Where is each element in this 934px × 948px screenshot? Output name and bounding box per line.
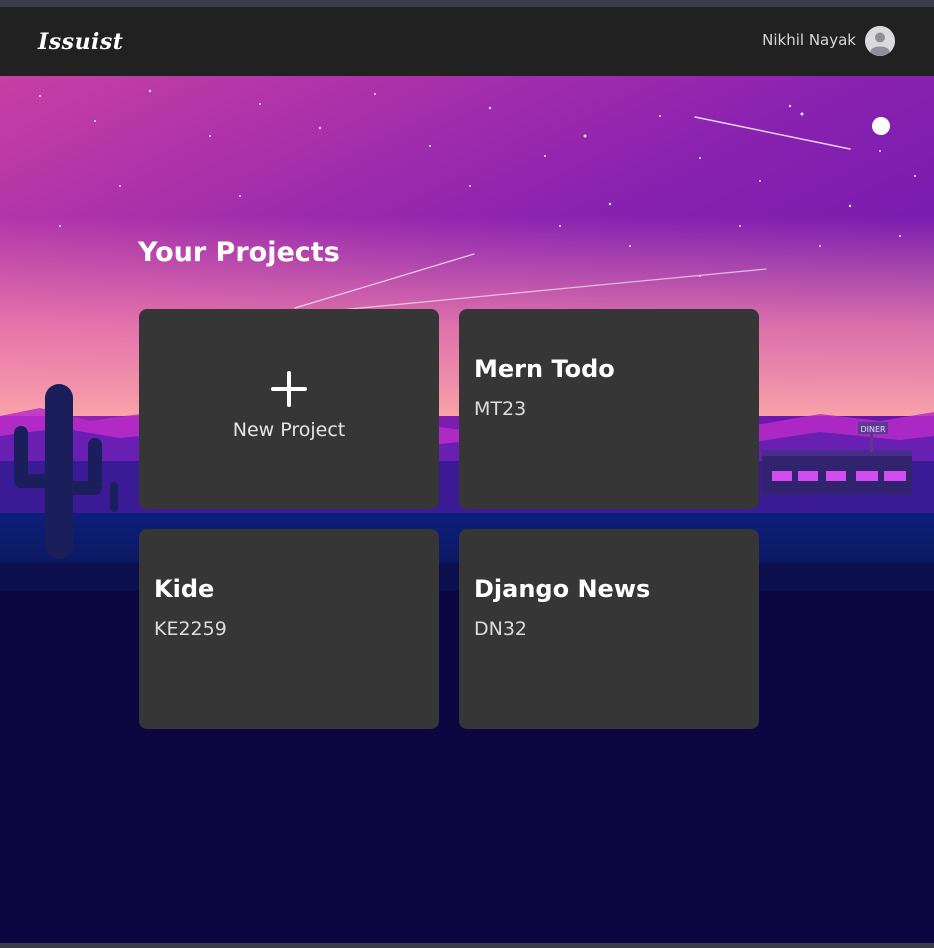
window-bottom-strip bbox=[0, 943, 934, 948]
project-name: Mern Todo bbox=[474, 355, 615, 383]
diner-sign: DINER bbox=[860, 425, 886, 434]
navbar: Issuist Nikhil Nayak bbox=[0, 7, 934, 76]
project-card[interactable]: Django News DN32 bbox=[459, 529, 759, 729]
project-card[interactable]: Mern Todo MT23 bbox=[459, 309, 759, 509]
project-key: MT23 bbox=[474, 398, 527, 420]
new-project-card[interactable]: New Project bbox=[139, 309, 439, 509]
project-key: KE2259 bbox=[154, 618, 227, 640]
project-key: DN32 bbox=[474, 618, 528, 640]
brand-logo[interactable]: Issuist bbox=[38, 29, 123, 55]
window-top-strip bbox=[0, 0, 934, 7]
user-name[interactable]: Nikhil Nayak bbox=[762, 31, 856, 49]
user-avatar-icon[interactable] bbox=[865, 26, 895, 56]
project-name: Kide bbox=[154, 575, 215, 603]
page-title: Your Projects bbox=[138, 237, 340, 268]
background-scene: DINER bbox=[0, 76, 934, 943]
project-name: Django News bbox=[474, 575, 651, 603]
plus-icon bbox=[271, 371, 307, 407]
new-project-label: New Project bbox=[232, 419, 346, 441]
project-card[interactable]: Kide KE2259 bbox=[139, 529, 439, 729]
